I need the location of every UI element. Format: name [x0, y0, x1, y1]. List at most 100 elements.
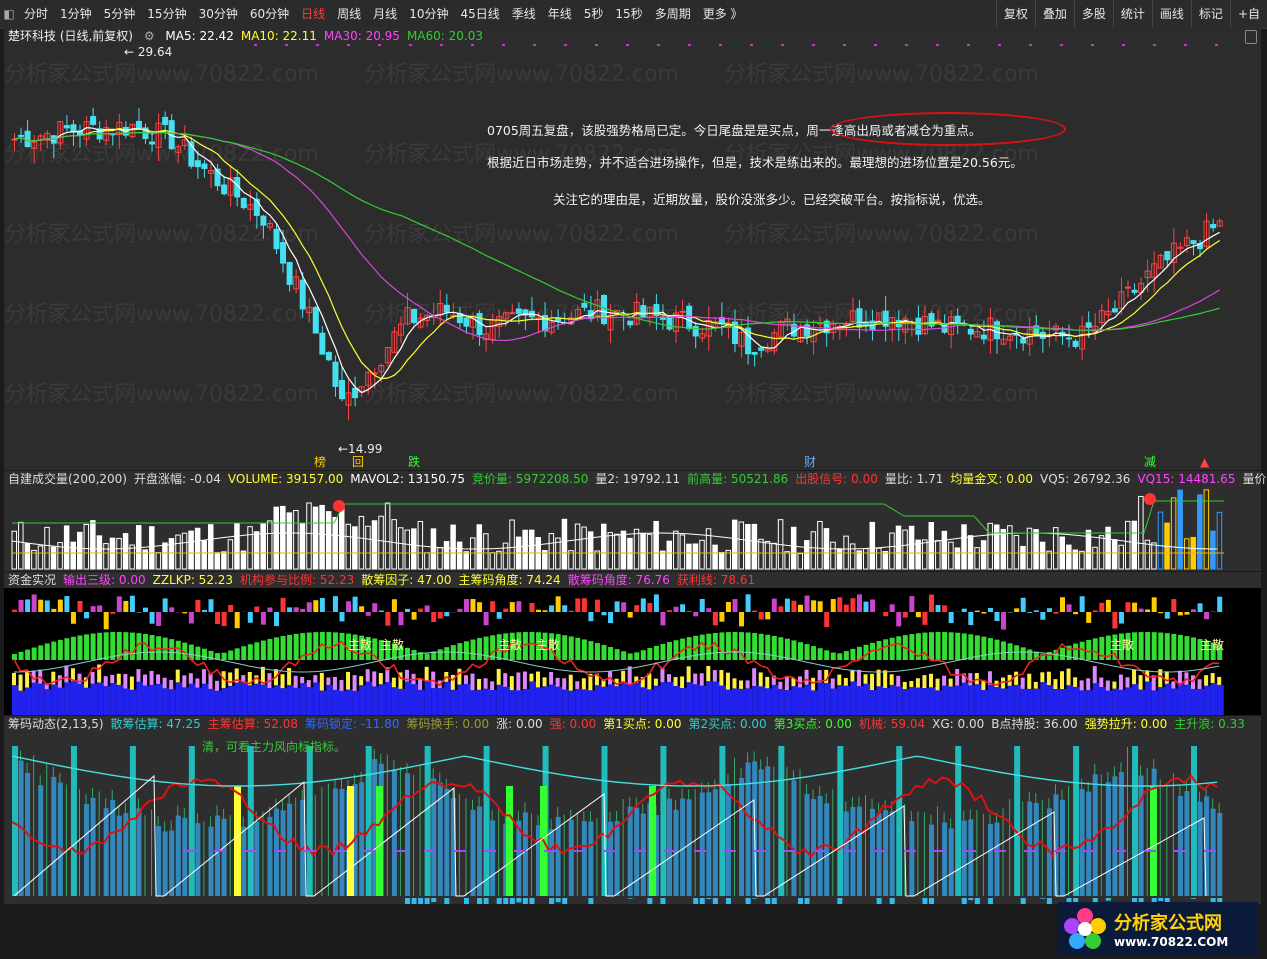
- fund-green-bar: [234, 648, 240, 660]
- fund-top-bar: [470, 598, 476, 612]
- fund-blue-bar: [18, 690, 26, 715]
- fund-green-bar: [70, 636, 76, 660]
- fund-green-bar: [470, 639, 476, 660]
- period-tab-2[interactable]: 5分钟: [98, 0, 142, 28]
- chip-blue-bar: [162, 831, 168, 896]
- period-tab-0[interactable]: 分时: [18, 0, 54, 28]
- fund-yellow-bar: [1092, 666, 1097, 684]
- fund-chart[interactable]: [4, 572, 1261, 715]
- fund-green-bar: [1164, 633, 1170, 660]
- fund-blue-bar: [463, 684, 471, 715]
- candle-body: [856, 308, 863, 328]
- signal-tick: [874, 44, 877, 46]
- period-tab-12[interactable]: 年线: [542, 0, 578, 28]
- candle-body: [299, 279, 306, 310]
- chip-blue-bar: [581, 821, 587, 896]
- period-tab-5[interactable]: 60分钟: [244, 0, 295, 28]
- fund-green-bar: [12, 654, 17, 660]
- toolbar-button-3[interactable]: 统计: [1112, 0, 1152, 28]
- chip-cyan-column: [483, 746, 490, 896]
- volume-bar: [339, 507, 345, 570]
- fund-panel[interactable]: 资金实况 输出三级: 0.00 ZZLKP: 52.23 机构参与比例: 52.23 散…: [4, 572, 1261, 715]
- volume-panel[interactable]: 自建成交量(200,200) 开盘涨幅: -0.04 VOLUME: 39157.0…: [4, 471, 1267, 571]
- volume-bar: [764, 540, 771, 570]
- chip-panel[interactable]: 筹码动态(2,13,5) 散筹估算: 47.25 主筹估算: 52.08 筹码锁定: …: [4, 716, 1261, 904]
- period-tab-11[interactable]: 季线: [506, 0, 542, 28]
- chip-blue-bar: [725, 784, 731, 896]
- sidebar-toggle-icon[interactable]: ◧: [0, 0, 18, 28]
- fund-top-bar: [110, 612, 116, 614]
- fund-blue-bar: [870, 689, 877, 715]
- scroll-button-icon[interactable]: [1245, 30, 1257, 44]
- toolbar-button-0[interactable]: 复权: [995, 0, 1035, 28]
- candlestick-chart[interactable]: ← 29.64 ←14.99 榜 回 跌 财 减 ▲: [4, 28, 1261, 470]
- volume-bar: [77, 531, 83, 570]
- fund-blue-bar: [84, 687, 91, 715]
- signal-tick: [254, 44, 257, 46]
- period-tab-3[interactable]: 15分钟: [141, 0, 192, 28]
- period-tab-7[interactable]: 周线: [331, 0, 367, 28]
- period-tab-4[interactable]: 30分钟: [193, 0, 244, 28]
- period-tab-10[interactable]: 45日线: [454, 0, 505, 28]
- volume-chart[interactable]: [4, 471, 1261, 571]
- toolbar-button-1[interactable]: 叠加: [1034, 0, 1074, 28]
- fund-green-bar: [804, 644, 810, 660]
- period-tab-13[interactable]: 5秒: [578, 0, 610, 28]
- period-tab-6[interactable]: 日线: [295, 0, 331, 28]
- fund-top-bar: [1033, 610, 1039, 612]
- period-tab-15[interactable]: 多周期: [649, 0, 697, 28]
- period-tab-8[interactable]: 月线: [367, 0, 403, 28]
- fund-green-bar: [149, 635, 155, 660]
- toolbar-button-2[interactable]: 多股: [1073, 0, 1113, 28]
- chip-chart[interactable]: [4, 716, 1261, 904]
- fund-green-bar: [77, 635, 83, 660]
- fund-yellow-bar: [156, 674, 161, 684]
- toolbar-button-6[interactable]: +自: [1229, 0, 1267, 28]
- fund-yellow-bar: [889, 674, 894, 685]
- fund-top-bar: [129, 595, 135, 612]
- chip-negative-bar: [444, 898, 450, 904]
- chip-blue-bar: [745, 762, 751, 896]
- fund-top-bar: [948, 612, 954, 624]
- volume-bar: [221, 551, 227, 570]
- fund-green-bar: [1145, 632, 1151, 660]
- fund-top-bar: [463, 598, 469, 612]
- fund-green-bar: [653, 645, 659, 660]
- volume-bar: [902, 529, 908, 570]
- toolbar-button-4[interactable]: 画线: [1151, 0, 1191, 28]
- period-tab-1[interactable]: 1分钟: [54, 0, 98, 28]
- volume-bar: [954, 547, 961, 570]
- fund-green-bar: [1001, 641, 1007, 660]
- volume-bar: [732, 519, 738, 570]
- fund-blue-bar: [1105, 690, 1113, 715]
- period-tab-14[interactable]: 15秒: [609, 0, 648, 28]
- fund-blue-bar: [1151, 690, 1159, 715]
- chip-negative-bar: [529, 898, 535, 904]
- price-chart-panel[interactable]: 楚环科技 (日线,前复权) ⚙ MA5: 22.42 MA10: 22.11 MA3…: [4, 28, 1261, 470]
- toolbar-button-5[interactable]: 标记: [1190, 0, 1230, 28]
- fund-top-bar: [863, 601, 869, 612]
- volume-bar: [168, 538, 175, 570]
- period-tab-9[interactable]: 10分钟: [403, 0, 454, 28]
- fund-green-bar: [1184, 636, 1190, 660]
- fund-blue-bar: [640, 687, 648, 715]
- period-tab-16[interactable]: 更多 》: [697, 0, 749, 28]
- fund-green-bar: [634, 652, 640, 660]
- fund-green-bar: [955, 632, 961, 660]
- fund-blue-bar: [300, 683, 307, 715]
- fund-blue-bar: [208, 688, 215, 715]
- fund-top-bar: [352, 596, 358, 612]
- fund-blue-bar: [745, 688, 753, 715]
- signal-tick: [905, 44, 908, 46]
- signal-tick: [626, 44, 629, 46]
- fund-top-bar: [752, 610, 758, 612]
- fund-green-bar: [221, 652, 227, 660]
- fund-green-bar: [64, 638, 70, 660]
- fund-top-bar: [1125, 602, 1131, 612]
- fund-top-bar: [804, 595, 810, 612]
- fund-blue-bar: [581, 689, 589, 715]
- chip-blue-bar: [824, 803, 830, 896]
- fund-top-bar: [1177, 612, 1183, 616]
- fund-green-bar: [1086, 639, 1092, 660]
- fund-blue-bar: [477, 689, 484, 715]
